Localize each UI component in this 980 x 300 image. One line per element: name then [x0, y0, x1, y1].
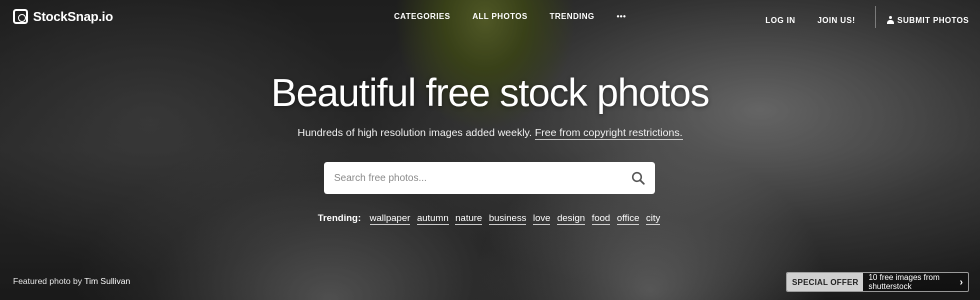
- subtitle-text: Hundreds of high resolution images added…: [297, 127, 532, 139]
- trending-tag-nature[interactable]: nature: [455, 213, 483, 225]
- trending-tag-autumn[interactable]: autumn: [416, 213, 449, 225]
- nav-trending[interactable]: TRENDING: [550, 12, 595, 21]
- search-icon[interactable]: [631, 171, 645, 185]
- trending-label: Trending:: [317, 213, 361, 224]
- main-menu: CATEGORIES ALL PHOTOS TRENDING •••: [394, 12, 626, 21]
- submit-photos-button[interactable]: SUBMIT PHOTOS: [887, 16, 969, 25]
- camera-icon: [13, 9, 28, 24]
- photo-credit: Featured photo by Tim Sullivan: [13, 276, 130, 286]
- copyright-info-link[interactable]: Free from copyright restrictions.: [534, 127, 683, 140]
- login-link[interactable]: LOG IN: [765, 16, 795, 25]
- brand-name: StockSnap.io: [33, 9, 113, 24]
- offer-text: 10 free images from shutterstock ›: [863, 273, 968, 291]
- trending-tags: Trending: wallpaper autumn nature busine…: [0, 213, 980, 225]
- special-offer-banner[interactable]: SPECIAL OFFER 10 free images from shutte…: [786, 272, 969, 292]
- brand-logo-link[interactable]: StockSnap.io: [13, 9, 113, 24]
- offer-description: 10 free images from shutterstock: [868, 273, 940, 291]
- account-menu: LOG IN JOIN US! SUBMIT PHOTOS: [743, 6, 969, 28]
- trending-tag-love[interactable]: love: [532, 213, 551, 225]
- trending-tag-design[interactable]: design: [557, 213, 586, 225]
- trending-tag-office[interactable]: office: [616, 213, 640, 225]
- trending-tag-city[interactable]: city: [646, 213, 661, 225]
- hero-background: StockSnap.io CATEGORIES ALL PHOTOS TREND…: [0, 0, 980, 300]
- page-title: Beautiful free stock photos: [270, 72, 710, 115]
- join-link[interactable]: JOIN US!: [817, 16, 855, 25]
- nav-categories[interactable]: CATEGORIES: [394, 12, 450, 21]
- top-navigation: StockSnap.io CATEGORIES ALL PHOTOS TREND…: [0, 0, 980, 36]
- trending-tag-food[interactable]: food: [591, 213, 611, 225]
- search-box: [324, 162, 655, 194]
- special-offer-badge: SPECIAL OFFER: [787, 273, 864, 291]
- chevron-right-icon: ›: [959, 276, 963, 288]
- user-icon: [887, 16, 895, 24]
- search-input[interactable]: [324, 162, 624, 194]
- nav-more-menu[interactable]: •••: [617, 12, 627, 21]
- hero-subtitle: Hundreds of high resolution images added…: [0, 127, 980, 140]
- trending-tag-wallpaper[interactable]: wallpaper: [369, 213, 411, 225]
- trending-tag-business[interactable]: business: [488, 213, 527, 225]
- submit-photos-label: SUBMIT PHOTOS: [897, 15, 969, 25]
- nav-all-photos[interactable]: ALL PHOTOS: [472, 12, 527, 21]
- hero-overlay: [0, 0, 980, 300]
- credit-prefix: Featured photo by: [13, 276, 82, 286]
- nav-divider: [875, 6, 877, 28]
- photographer-link[interactable]: Tim Sullivan: [84, 276, 130, 286]
